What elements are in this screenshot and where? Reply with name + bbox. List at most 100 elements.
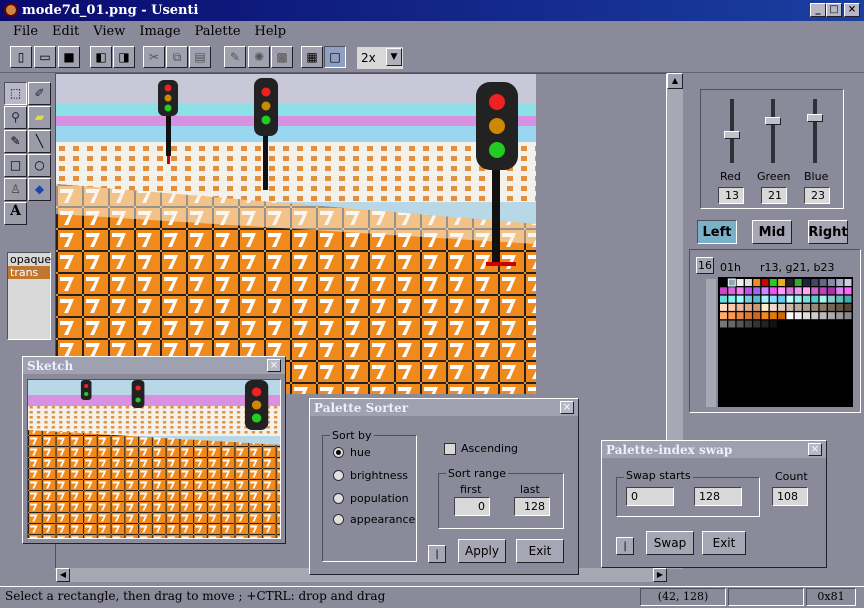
palette-swatch[interactable]: [786, 279, 794, 286]
close-button[interactable]: ×: [844, 3, 860, 17]
palette-swatch[interactable]: [794, 295, 802, 303]
palette-swatch[interactable]: [811, 279, 819, 286]
right-button[interactable]: Right: [808, 220, 848, 244]
green-value[interactable]: 21: [761, 187, 787, 204]
menu-palette[interactable]: Palette: [188, 24, 248, 39]
palette-swatch[interactable]: [727, 278, 736, 287]
sort-hue-label[interactable]: hue: [350, 446, 371, 459]
palette-swatch[interactable]: [728, 295, 736, 303]
sort-brightness-label[interactable]: brightness: [350, 469, 408, 482]
palette-swatch[interactable]: [769, 312, 777, 320]
palette-swatch[interactable]: [744, 320, 752, 328]
palette-swatch[interactable]: [844, 295, 852, 303]
palette-swatch[interactable]: [744, 295, 752, 303]
palette-swatch[interactable]: [753, 312, 761, 320]
palette-swatch[interactable]: [753, 303, 761, 311]
red-value[interactable]: 13: [718, 187, 744, 204]
spray-icon[interactable]: ✺: [248, 46, 270, 68]
palette-swatch[interactable]: [819, 287, 827, 295]
pencil-icon[interactable]: ✎: [4, 130, 27, 153]
palette-swatch[interactable]: [761, 312, 769, 320]
zoom-select[interactable]: 2x ▼: [357, 47, 403, 69]
palette-swatch[interactable]: [728, 287, 736, 295]
cut-icon[interactable]: ✂: [143, 46, 165, 68]
line-icon[interactable]: ╲: [28, 130, 51, 153]
palette-swatch[interactable]: [736, 279, 744, 286]
minimize-button[interactable]: _: [810, 3, 826, 17]
pattern-icon[interactable]: ▩: [271, 46, 293, 68]
palette-swatch[interactable]: [836, 312, 844, 320]
sorter-exit-button[interactable]: Exit: [516, 539, 564, 563]
palette-swatch[interactable]: [761, 287, 769, 295]
menu-edit[interactable]: Edit: [45, 24, 86, 39]
menu-view[interactable]: View: [86, 24, 132, 39]
palette-swatch[interactable]: [803, 279, 810, 286]
fill-bucket-icon[interactable]: ◆: [28, 178, 51, 201]
palette-swatch[interactable]: [819, 312, 827, 320]
green-slider[interactable]: [762, 99, 784, 163]
palette-swatch[interactable]: [761, 279, 769, 286]
menu-help[interactable]: Help: [248, 24, 294, 39]
palette-swatch[interactable]: [753, 320, 761, 328]
palette-swatch[interactable]: [786, 287, 794, 295]
palette-swatch[interactable]: [761, 303, 769, 311]
palette-swatch[interactable]: [769, 303, 777, 311]
palette-swatch[interactable]: [778, 295, 786, 303]
frame-icon[interactable]: □: [324, 46, 346, 68]
palette-swatch[interactable]: [720, 312, 727, 320]
palette-swatch[interactable]: [753, 295, 761, 303]
sort-population-label[interactable]: population: [350, 492, 409, 505]
first-input[interactable]: 0: [454, 497, 490, 516]
palette-swatch[interactable]: [720, 320, 727, 328]
sort-appearance-label[interactable]: appearance: [350, 513, 415, 526]
pencil-tool-icon[interactable]: ✎: [224, 46, 246, 68]
palette-swatch[interactable]: [736, 312, 744, 320]
palette-swatch[interactable]: [769, 320, 777, 328]
palette-swatch[interactable]: [769, 279, 777, 286]
palette-swatch[interactable]: [778, 320, 786, 328]
copy-icon[interactable]: ⧉: [166, 46, 188, 68]
sort-hue-radio[interactable]: [333, 447, 344, 458]
scroll-left-icon[interactable]: ◀: [56, 568, 70, 582]
palette-swatch[interactable]: [794, 320, 802, 328]
palette-swatch[interactable]: [811, 320, 819, 328]
red-slider[interactable]: [721, 99, 743, 163]
palette-swatch[interactable]: [827, 303, 835, 311]
palette-swatch[interactable]: [836, 279, 844, 286]
palette-swatch[interactable]: [811, 303, 819, 311]
palette-swatch[interactable]: [720, 287, 727, 295]
red-slider-thumb[interactable]: [724, 131, 740, 139]
palette-swatch[interactable]: [736, 303, 744, 311]
palette-swatch[interactable]: [803, 312, 810, 320]
palette-swatch[interactable]: [778, 287, 786, 295]
palette-swatch[interactable]: [794, 312, 802, 320]
palette-swatch[interactable]: [736, 295, 744, 303]
palette-swatch[interactable]: [844, 312, 852, 320]
palette-swatch[interactable]: [744, 279, 752, 286]
sort-appearance-radio[interactable]: [333, 514, 344, 525]
palette-swatch[interactable]: [803, 287, 810, 295]
palette-swatch[interactable]: [744, 303, 752, 311]
palette-swatch[interactable]: [720, 295, 727, 303]
palette-swatch[interactable]: [753, 287, 761, 295]
blue-value[interactable]: 23: [804, 187, 830, 204]
chevron-down-icon[interactable]: ▼: [386, 48, 402, 66]
zoom-icon[interactable]: ⚲: [4, 106, 27, 129]
palette-swatch[interactable]: [794, 279, 802, 286]
palette-swatch[interactable]: [720, 303, 727, 311]
palette-swatch[interactable]: [728, 320, 736, 328]
sort-brightness-radio[interactable]: [333, 470, 344, 481]
layer-trans[interactable]: trans: [8, 266, 50, 279]
palette-swatch[interactable]: [786, 303, 794, 311]
maximize-button[interactable]: □: [826, 3, 842, 17]
import-icon[interactable]: ◨: [113, 46, 135, 68]
blue-slider[interactable]: [804, 99, 826, 163]
palette-swatch[interactable]: [836, 320, 844, 328]
palette-swatch[interactable]: [819, 320, 827, 328]
menu-file[interactable]: File: [6, 24, 45, 39]
swap-start-b-input[interactable]: 128: [694, 487, 742, 506]
palette-swatch[interactable]: [761, 320, 769, 328]
palette-swatch[interactable]: [736, 287, 744, 295]
count-input[interactable]: 108: [772, 487, 808, 506]
palette-swatch[interactable]: [819, 295, 827, 303]
